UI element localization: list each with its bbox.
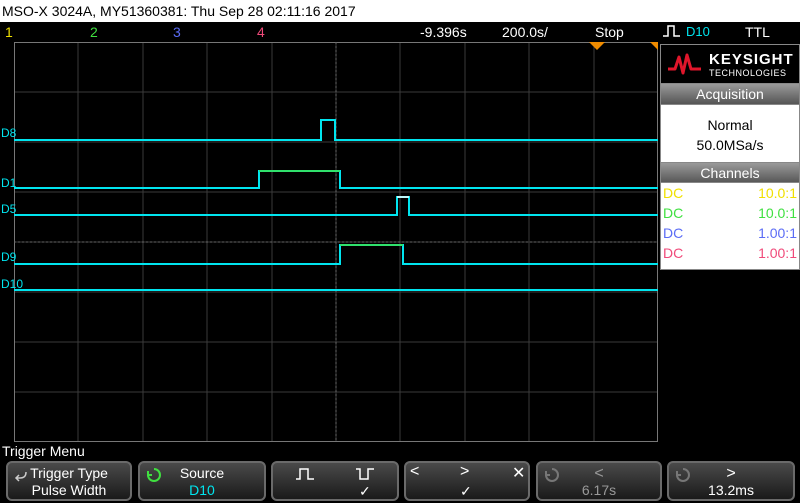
- delay-readout: -9.396s: [420, 24, 467, 40]
- graticule: [14, 42, 658, 442]
- trigger-level-readout: TTL: [745, 24, 770, 40]
- channel-row: DC 1.00:1: [663, 245, 797, 261]
- acquisition-header: Acquisition: [660, 83, 800, 105]
- status-bar: 1 2 3 4 -9.396s 200.0s/ Stop D10 TTL: [0, 22, 800, 42]
- channels-box: DC 10.0:1 DC 10.0:1 DC 1.00:1 DC 1.00:1: [660, 182, 800, 270]
- channel-row: DC 10.0:1: [663, 205, 797, 221]
- positive-pulse-icon: [295, 467, 315, 484]
- trigger-source-readout: D10: [686, 24, 710, 39]
- delay-marker: [650, 42, 658, 50]
- acquisition-mode: Normal: [707, 117, 753, 133]
- sample-rate: 50.0MSa/s: [696, 137, 764, 153]
- trigger-type-value: Pulse Width: [31, 482, 107, 498]
- menu-title: Trigger Menu: [2, 443, 85, 459]
- qualifier-softkey[interactable]: < > ✕ ✓: [404, 461, 530, 501]
- keysight-wave-icon: [668, 53, 701, 75]
- channel-2-indicator[interactable]: 2: [90, 24, 98, 40]
- trace-d8: [14, 119, 658, 141]
- label-d8: D8: [1, 126, 17, 140]
- upper-time-value: 13.2ms: [708, 482, 754, 498]
- less-than-icon: <: [410, 463, 420, 480]
- trigger-type-softkey[interactable]: Trigger Type Pulse Width: [6, 461, 132, 501]
- trigger-type-label: Trigger Type: [30, 465, 108, 481]
- acquisition-box: Normal 50.0MSa/s: [660, 104, 800, 166]
- brand-sub: TECHNOLOGIES: [709, 68, 787, 78]
- side-panel: KEYSIGHT TECHNOLOGIES Acquisition Normal…: [660, 42, 800, 442]
- lower-time-softkey[interactable]: < 6.17s: [536, 461, 662, 501]
- trigger-position-marker: [589, 42, 605, 50]
- label-d9: D9: [1, 250, 17, 264]
- timebase-readout: 200.0s/: [502, 24, 548, 40]
- lower-time-value: 6.17s: [581, 482, 617, 498]
- channels-header: Channels: [660, 162, 800, 184]
- source-label: Source: [179, 465, 225, 481]
- channel-1-indicator[interactable]: 1: [5, 24, 13, 40]
- channel-4-indicator[interactable]: 4: [257, 24, 265, 40]
- trigger-edge-icon: [662, 24, 682, 41]
- less-than-icon: <: [594, 465, 604, 482]
- window-title: MSO-X 3024A, MY51360381: Thu Sep 28 02:1…: [0, 0, 800, 22]
- label-d5: D5: [1, 202, 17, 216]
- channel-row: DC 10.0:1: [663, 185, 797, 201]
- run-state: Stop: [595, 24, 624, 40]
- source-value: D10: [189, 482, 215, 498]
- label-d10: D10: [1, 277, 24, 291]
- channel-3-indicator[interactable]: 3: [173, 24, 181, 40]
- waveform-display[interactable]: [14, 42, 658, 442]
- range-x-icon: ✕: [512, 465, 526, 482]
- polarity-check: ✓: [359, 483, 371, 499]
- greater-than-icon: >: [460, 463, 470, 480]
- upper-time-softkey[interactable]: > 13.2ms: [667, 461, 795, 501]
- polarity-softkey[interactable]: ✓: [271, 461, 399, 501]
- negative-pulse-icon: [355, 467, 375, 484]
- keysight-logo: KEYSIGHT TECHNOLOGIES: [660, 44, 800, 84]
- channel-row: DC 1.00:1: [663, 225, 797, 241]
- brand-name: KEYSIGHT: [709, 51, 794, 68]
- greater-than-icon: >: [726, 465, 736, 482]
- source-softkey[interactable]: Source D10: [138, 461, 266, 501]
- qualifier-check: ✓: [460, 483, 472, 499]
- label-d1: D1: [1, 176, 17, 190]
